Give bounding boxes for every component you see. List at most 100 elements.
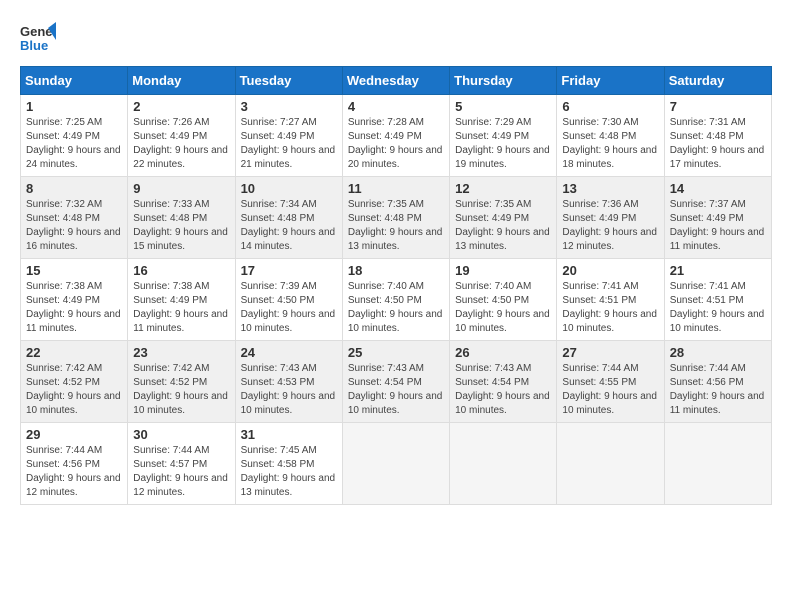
day-number: 23	[133, 345, 229, 360]
day-number: 7	[670, 99, 766, 114]
day-info: Sunrise: 7:37 AMSunset: 4:49 PMDaylight:…	[670, 198, 766, 254]
day-number: 31	[241, 427, 337, 442]
calendar-cell	[557, 423, 664, 505]
svg-text:Blue: Blue	[20, 38, 48, 53]
calendar-cell: 6 Sunrise: 7:30 AMSunset: 4:48 PMDaylight…	[557, 95, 664, 177]
day-info: Sunrise: 7:43 AMSunset: 4:54 PMDaylight:…	[348, 362, 444, 418]
calendar-cell: 3 Sunrise: 7:27 AMSunset: 4:49 PMDaylight…	[235, 95, 342, 177]
weekday-header-sunday: Sunday	[21, 67, 128, 95]
day-info: Sunrise: 7:44 AMSunset: 4:55 PMDaylight:…	[562, 362, 658, 418]
calendar-cell: 26 Sunrise: 7:43 AMSunset: 4:54 PMDayligh…	[450, 341, 557, 423]
calendar-cell: 22Sunrise: 7:42 AMSunset: 4:52 PMDayligh…	[21, 341, 128, 423]
calendar-cell: 31 Sunrise: 7:45 AMSunset: 4:58 PMDayligh…	[235, 423, 342, 505]
day-number: 18	[348, 263, 444, 278]
calendar-cell: 13Sunrise: 7:36 AMSunset: 4:49 PMDayligh…	[557, 177, 664, 259]
calendar-cell: 1 Sunrise: 7:25 AMSunset: 4:49 PMDaylight…	[21, 95, 128, 177]
calendar-cell: 23 Sunrise: 7:42 AMSunset: 4:52 PMDayligh…	[128, 341, 235, 423]
calendar-cell: 4 Sunrise: 7:28 AMSunset: 4:49 PMDaylight…	[342, 95, 449, 177]
calendar-cell: 21Sunrise: 7:41 AMSunset: 4:51 PMDayligh…	[664, 259, 771, 341]
day-info: Sunrise: 7:28 AMSunset: 4:49 PMDaylight:…	[348, 116, 444, 172]
calendar-cell: 27 Sunrise: 7:44 AMSunset: 4:55 PMDayligh…	[557, 341, 664, 423]
day-info: Sunrise: 7:32 AMSunset: 4:48 PMDaylight:…	[26, 198, 122, 254]
day-number: 11	[348, 181, 444, 196]
calendar-week-2: 8 Sunrise: 7:32 AMSunset: 4:48 PMDaylight…	[21, 177, 772, 259]
calendar-cell: 14 Sunrise: 7:37 AMSunset: 4:49 PMDayligh…	[664, 177, 771, 259]
day-info: Sunrise: 7:40 AMSunset: 4:50 PMDaylight:…	[348, 280, 444, 336]
calendar-week-4: 22Sunrise: 7:42 AMSunset: 4:52 PMDayligh…	[21, 341, 772, 423]
day-info: Sunrise: 7:40 AMSunset: 4:50 PMDaylight:…	[455, 280, 551, 336]
calendar-cell	[450, 423, 557, 505]
day-info: Sunrise: 7:41 AMSunset: 4:51 PMDaylight:…	[670, 280, 766, 336]
day-info: Sunrise: 7:38 AMSunset: 4:49 PMDaylight:…	[133, 280, 229, 336]
calendar-cell: 2 Sunrise: 7:26 AMSunset: 4:49 PMDaylight…	[128, 95, 235, 177]
day-info: Sunrise: 7:43 AMSunset: 4:54 PMDaylight:…	[455, 362, 551, 418]
calendar-cell: 15Sunrise: 7:38 AMSunset: 4:49 PMDayligh…	[21, 259, 128, 341]
day-number: 3	[241, 99, 337, 114]
calendar-week-1: 1 Sunrise: 7:25 AMSunset: 4:49 PMDaylight…	[21, 95, 772, 177]
day-number: 25	[348, 345, 444, 360]
calendar-cell: 18 Sunrise: 7:40 AMSunset: 4:50 PMDayligh…	[342, 259, 449, 341]
day-number: 17	[241, 263, 337, 278]
day-info: Sunrise: 7:25 AMSunset: 4:49 PMDaylight:…	[26, 116, 122, 172]
day-info: Sunrise: 7:27 AMSunset: 4:49 PMDaylight:…	[241, 116, 337, 172]
day-number: 19	[455, 263, 551, 278]
day-number: 6	[562, 99, 658, 114]
day-number: 14	[670, 181, 766, 196]
day-info: Sunrise: 7:45 AMSunset: 4:58 PMDaylight:…	[241, 444, 337, 500]
logo: General Blue	[20, 20, 56, 56]
day-info: Sunrise: 7:26 AMSunset: 4:49 PMDaylight:…	[133, 116, 229, 172]
day-info: Sunrise: 7:41 AMSunset: 4:51 PMDaylight:…	[562, 280, 658, 336]
calendar-cell: 25 Sunrise: 7:43 AMSunset: 4:54 PMDayligh…	[342, 341, 449, 423]
weekday-header-row: SundayMondayTuesdayWednesdayThursdayFrid…	[21, 67, 772, 95]
day-info: Sunrise: 7:30 AMSunset: 4:48 PMDaylight:…	[562, 116, 658, 172]
calendar-cell: 12 Sunrise: 7:35 AMSunset: 4:49 PMDayligh…	[450, 177, 557, 259]
day-number: 9	[133, 181, 229, 196]
day-number: 30	[133, 427, 229, 442]
calendar-cell: 8 Sunrise: 7:32 AMSunset: 4:48 PMDaylight…	[21, 177, 128, 259]
weekday-header-saturday: Saturday	[664, 67, 771, 95]
calendar-cell	[342, 423, 449, 505]
day-number: 27	[562, 345, 658, 360]
calendar-cell: 29 Sunrise: 7:44 AMSunset: 4:56 PMDayligh…	[21, 423, 128, 505]
day-number: 1	[26, 99, 122, 114]
day-number: 10	[241, 181, 337, 196]
calendar-cell: 7 Sunrise: 7:31 AMSunset: 4:48 PMDaylight…	[664, 95, 771, 177]
calendar-cell: 16 Sunrise: 7:38 AMSunset: 4:49 PMDayligh…	[128, 259, 235, 341]
calendar-cell: 10 Sunrise: 7:34 AMSunset: 4:48 PMDayligh…	[235, 177, 342, 259]
calendar-cell: 19 Sunrise: 7:40 AMSunset: 4:50 PMDayligh…	[450, 259, 557, 341]
day-info: Sunrise: 7:35 AMSunset: 4:48 PMDaylight:…	[348, 198, 444, 254]
day-info: Sunrise: 7:31 AMSunset: 4:48 PMDaylight:…	[670, 116, 766, 172]
day-number: 12	[455, 181, 551, 196]
day-info: Sunrise: 7:44 AMSunset: 4:57 PMDaylight:…	[133, 444, 229, 500]
calendar-cell: 20Sunrise: 7:41 AMSunset: 4:51 PMDayligh…	[557, 259, 664, 341]
weekday-header-thursday: Thursday	[450, 67, 557, 95]
header: General Blue	[20, 20, 772, 56]
day-info: Sunrise: 7:34 AMSunset: 4:48 PMDaylight:…	[241, 198, 337, 254]
day-number: 24	[241, 345, 337, 360]
calendar-cell	[664, 423, 771, 505]
day-number: 5	[455, 99, 551, 114]
day-info: Sunrise: 7:35 AMSunset: 4:49 PMDaylight:…	[455, 198, 551, 254]
day-number: 16	[133, 263, 229, 278]
day-number: 2	[133, 99, 229, 114]
day-info: Sunrise: 7:43 AMSunset: 4:53 PMDaylight:…	[241, 362, 337, 418]
day-info: Sunrise: 7:38 AMSunset: 4:49 PMDaylight:…	[26, 280, 122, 336]
calendar-cell: 9 Sunrise: 7:33 AMSunset: 4:48 PMDaylight…	[128, 177, 235, 259]
calendar-week-5: 29 Sunrise: 7:44 AMSunset: 4:56 PMDayligh…	[21, 423, 772, 505]
day-number: 4	[348, 99, 444, 114]
day-number: 26	[455, 345, 551, 360]
calendar-cell: 30 Sunrise: 7:44 AMSunset: 4:57 PMDayligh…	[128, 423, 235, 505]
day-info: Sunrise: 7:33 AMSunset: 4:48 PMDaylight:…	[133, 198, 229, 254]
calendar-cell: 24 Sunrise: 7:43 AMSunset: 4:53 PMDayligh…	[235, 341, 342, 423]
day-info: Sunrise: 7:44 AMSunset: 4:56 PMDaylight:…	[670, 362, 766, 418]
day-info: Sunrise: 7:42 AMSunset: 4:52 PMDaylight:…	[26, 362, 122, 418]
day-info: Sunrise: 7:44 AMSunset: 4:56 PMDaylight:…	[26, 444, 122, 500]
day-info: Sunrise: 7:39 AMSunset: 4:50 PMDaylight:…	[241, 280, 337, 336]
weekday-header-monday: Monday	[128, 67, 235, 95]
weekday-header-tuesday: Tuesday	[235, 67, 342, 95]
day-info: Sunrise: 7:42 AMSunset: 4:52 PMDaylight:…	[133, 362, 229, 418]
day-number: 28	[670, 345, 766, 360]
day-number: 8	[26, 181, 122, 196]
day-number: 29	[26, 427, 122, 442]
calendar-week-3: 15Sunrise: 7:38 AMSunset: 4:49 PMDayligh…	[21, 259, 772, 341]
